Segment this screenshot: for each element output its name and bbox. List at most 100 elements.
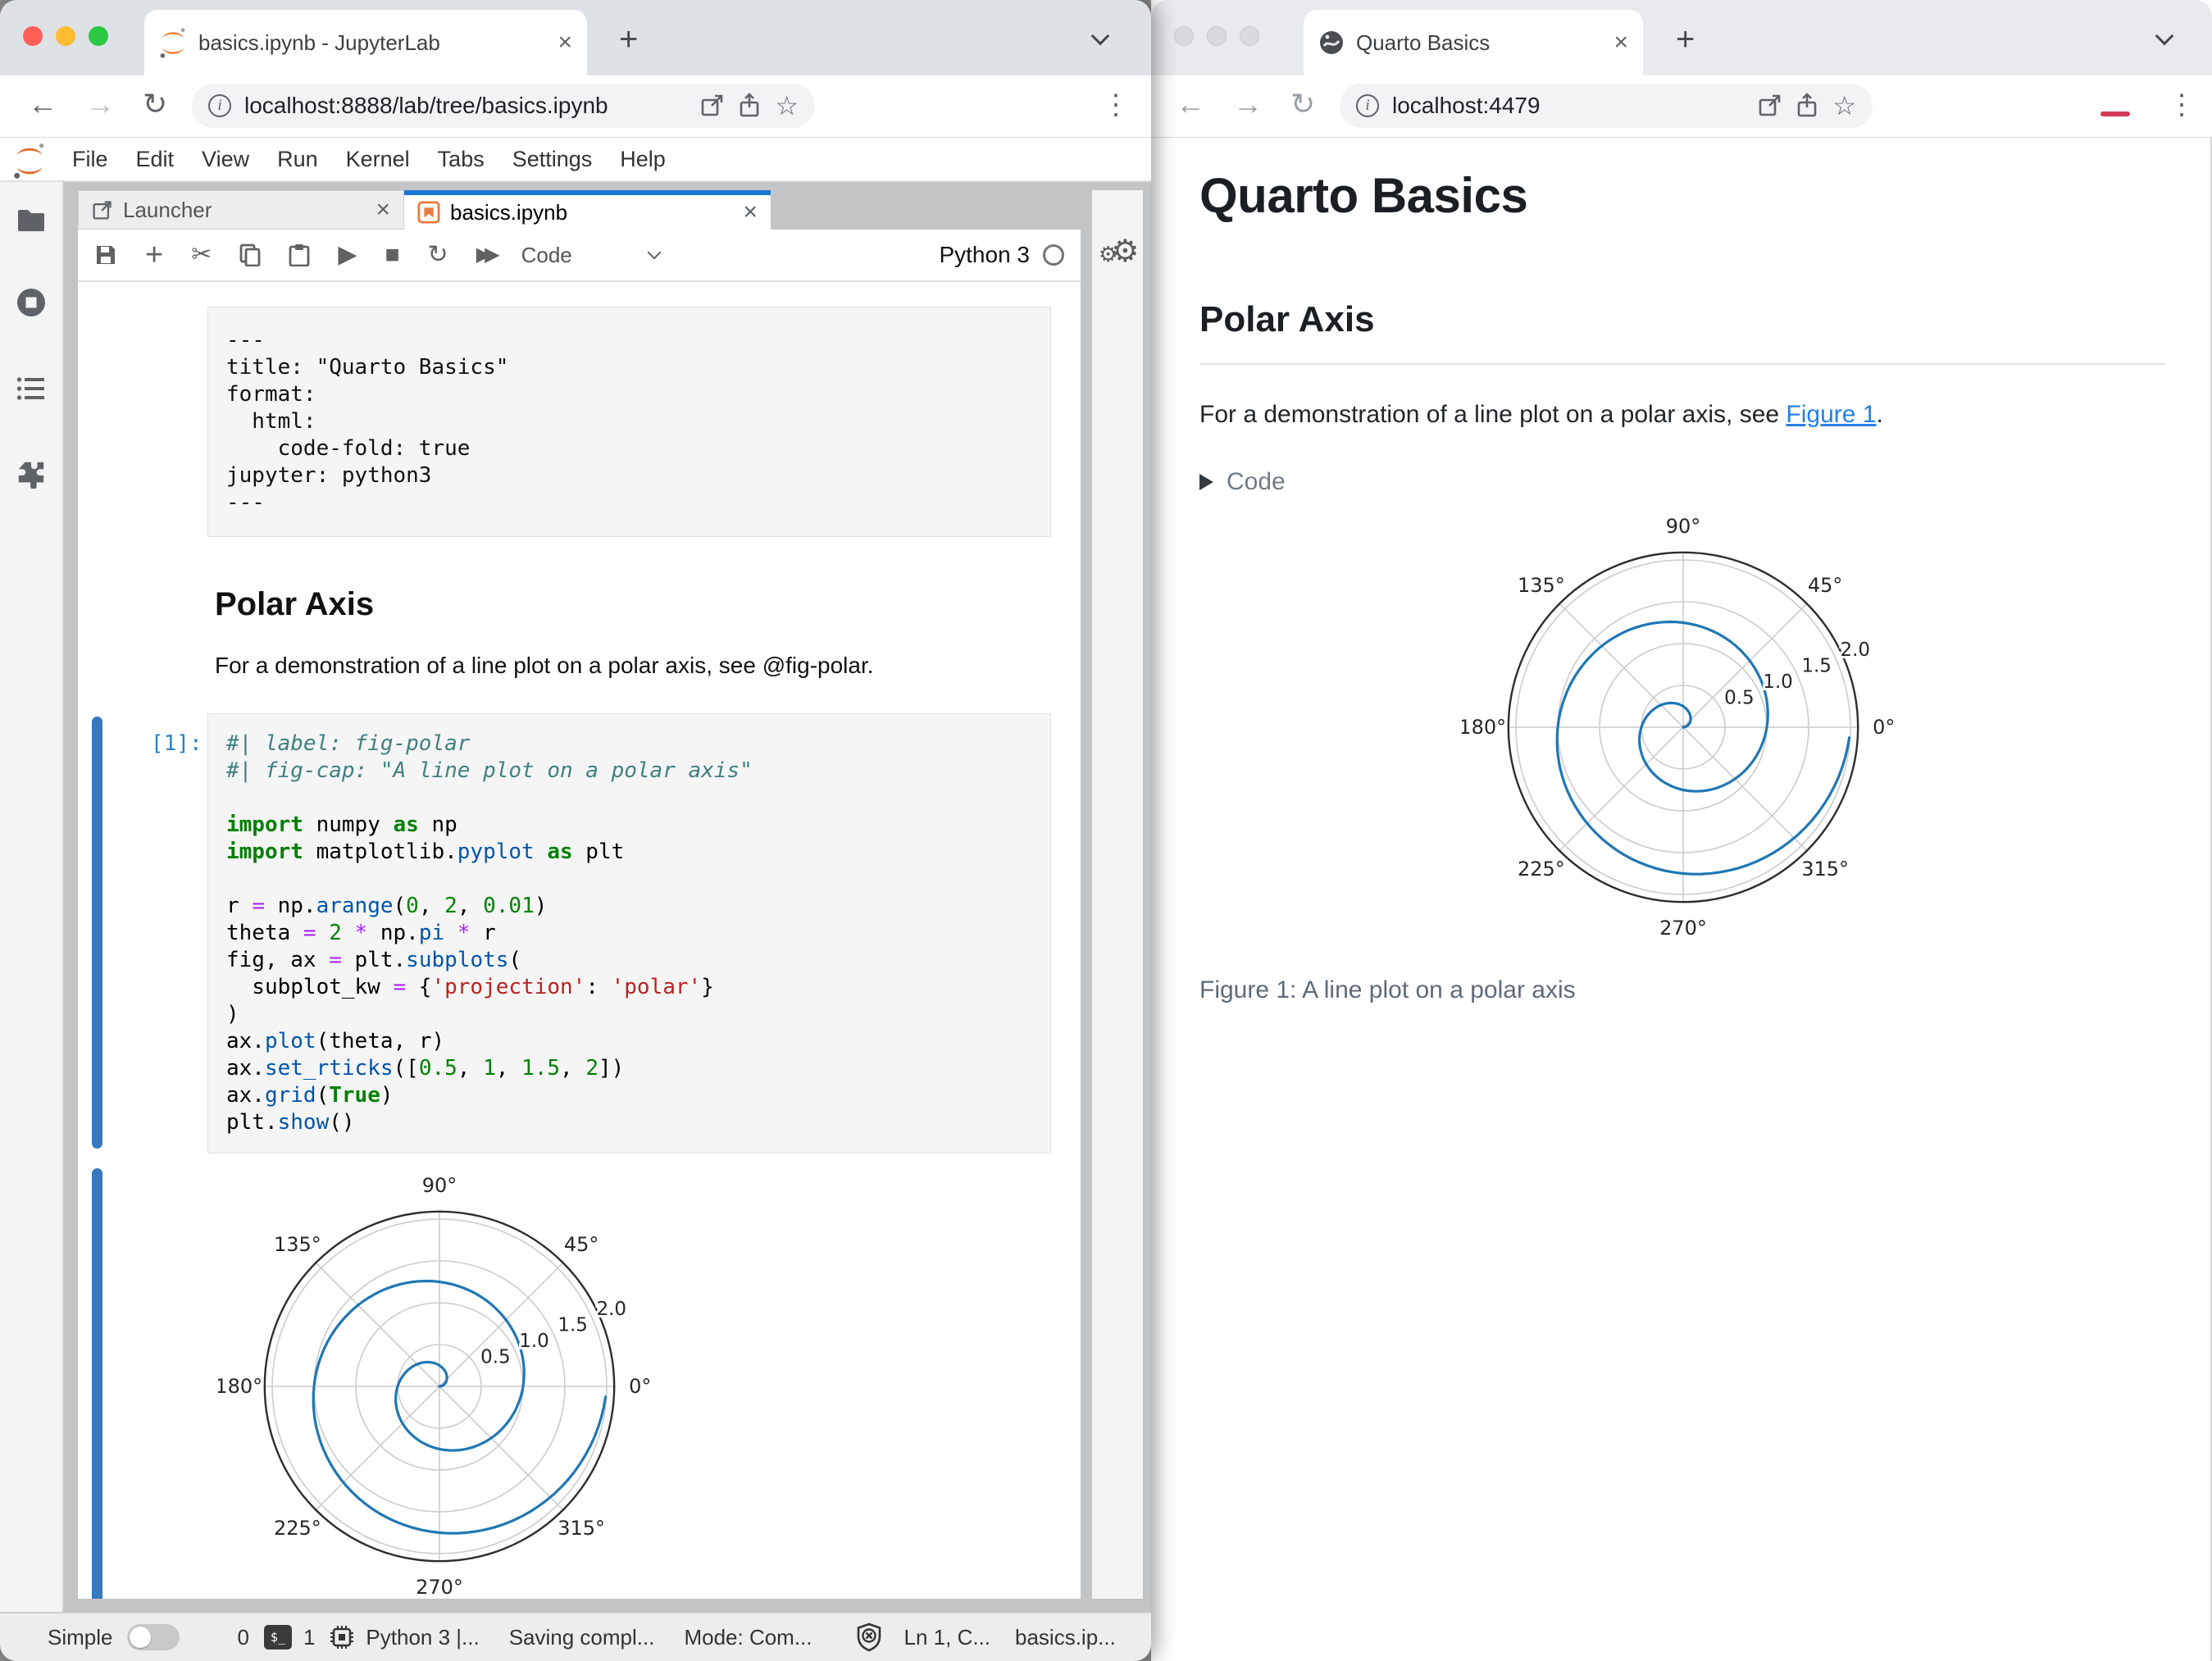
code-cell[interactable]: [1]: #| label: fig-polar #| fig-cap: "A … bbox=[78, 713, 1081, 1154]
restart-run-all-icon[interactable]: ▶▶ bbox=[476, 245, 500, 265]
site-info-icon[interactable]: i bbox=[208, 94, 231, 117]
browser-menu-icon[interactable]: ⋮ bbox=[1102, 89, 1130, 121]
file-browser-icon[interactable] bbox=[16, 208, 46, 233]
chevron-down-icon[interactable] bbox=[647, 245, 662, 260]
reload-icon[interactable]: ↻ bbox=[143, 87, 167, 121]
close-window-button[interactable] bbox=[23, 26, 43, 46]
url-text[interactable]: localhost:8888/lab/tree/basics.ipynb bbox=[244, 93, 686, 119]
tab-close-icon[interactable]: × bbox=[558, 30, 572, 55]
terminal-icon[interactable]: $_ bbox=[263, 1625, 292, 1650]
menu-help[interactable]: Help bbox=[620, 147, 666, 172]
svg-text:0°: 0° bbox=[629, 1375, 651, 1398]
tab-search-chevron-icon[interactable] bbox=[1090, 26, 1110, 46]
jupyter-logo bbox=[13, 143, 46, 179]
restart-kernel-icon[interactable]: ↻ bbox=[428, 243, 448, 267]
raw-cell[interactable]: --- title: "Quarto Basics" format: html:… bbox=[78, 307, 1081, 537]
kernels-count[interactable]: 1 bbox=[303, 1625, 315, 1650]
paste-cells-icon[interactable] bbox=[289, 243, 310, 266]
bookmark-star-icon[interactable]: ☆ bbox=[1832, 93, 1856, 119]
menu-settings[interactable]: Settings bbox=[512, 147, 593, 172]
open-in-new-icon[interactable] bbox=[699, 93, 724, 118]
trust-shield-icon[interactable] bbox=[855, 1622, 883, 1652]
saving-status: Saving compl... bbox=[508, 1624, 655, 1650]
figure-link[interactable]: Figure 1 bbox=[1786, 401, 1876, 428]
back-icon[interactable]: ← bbox=[1176, 87, 1205, 121]
cell-collapser[interactable] bbox=[92, 717, 102, 1149]
minimize-window-button[interactable] bbox=[1207, 26, 1227, 46]
table-of-contents-icon[interactable] bbox=[16, 375, 46, 402]
tab-search-chevron-icon[interactable] bbox=[2155, 26, 2174, 46]
notebook-scroll-area[interactable]: --- title: "Quarto Basics" format: html:… bbox=[78, 282, 1081, 1599]
body-paragraph: For a demonstration of a line plot on a … bbox=[1199, 401, 2164, 429]
reload-icon[interactable]: ↻ bbox=[1290, 87, 1315, 121]
share-icon[interactable] bbox=[1795, 93, 1819, 119]
menu-tabs[interactable]: Tabs bbox=[438, 147, 485, 172]
editor-mode[interactable]: Mode: Com... bbox=[684, 1625, 812, 1650]
svg-text:270°: 270° bbox=[416, 1576, 463, 1599]
browser-tab[interactable]: Quarto Basics × bbox=[1304, 10, 1643, 75]
address-bar[interactable]: i localhost:8888/lab/tree/basics.ipynb ☆ bbox=[192, 84, 815, 128]
new-tab-button[interactable]: + bbox=[619, 23, 638, 56]
url-text[interactable]: localhost:4479 bbox=[1392, 93, 1744, 119]
svg-text:180°: 180° bbox=[218, 1375, 262, 1398]
copy-cells-icon[interactable] bbox=[239, 243, 261, 266]
kernel-status-icon[interactable] bbox=[1043, 244, 1064, 266]
simple-mode-label: Simple bbox=[48, 1624, 113, 1650]
extension-manager-icon[interactable] bbox=[16, 457, 47, 489]
save-icon[interactable] bbox=[94, 243, 117, 266]
svg-text:315°: 315° bbox=[1801, 858, 1849, 881]
cursor-position[interactable]: Ln 1, C... bbox=[904, 1625, 991, 1650]
zoom-window-button[interactable] bbox=[89, 26, 108, 46]
cell-type-dropdown[interactable]: Code bbox=[521, 243, 572, 268]
doc-tab-notebook[interactable]: basics.ipynb × bbox=[404, 190, 771, 230]
add-cell-icon[interactable]: + bbox=[145, 239, 163, 271]
terminals-count[interactable]: 0 bbox=[237, 1625, 248, 1650]
code-fold-toggle[interactable]: Code bbox=[1199, 468, 2164, 496]
yaml-frontmatter[interactable]: --- title: "Quarto Basics" format: html:… bbox=[207, 307, 1051, 537]
doc-tab-close-icon[interactable]: × bbox=[743, 200, 758, 225]
simple-mode-toggle[interactable] bbox=[127, 1624, 180, 1650]
macos-traffic-lights[interactable] bbox=[1174, 26, 1259, 46]
menu-view[interactable]: View bbox=[202, 147, 249, 172]
forward-icon[interactable]: → bbox=[1233, 87, 1263, 121]
close-window-button[interactable] bbox=[1174, 26, 1194, 46]
browser-tab-title: basics.ipynb - JupyterLab bbox=[198, 30, 440, 55]
code-fold-label: Code bbox=[1227, 468, 1286, 495]
bookmark-star-icon[interactable]: ☆ bbox=[775, 93, 799, 119]
menu-edit[interactable]: Edit bbox=[136, 147, 175, 172]
menu-run[interactable]: Run bbox=[277, 147, 318, 172]
statusbar-filename[interactable]: basics.ip... bbox=[1015, 1625, 1116, 1650]
minimize-window-button[interactable] bbox=[56, 26, 75, 46]
property-inspector-gears-icon[interactable]: ⚙⚙ bbox=[1099, 233, 1139, 270]
markdown-cell[interactable]: Polar Axis For a demonstration of a line… bbox=[78, 586, 1081, 679]
menu-kernel[interactable]: Kernel bbox=[346, 147, 410, 172]
doc-tab-close-icon[interactable]: × bbox=[375, 198, 390, 222]
open-in-new-icon[interactable] bbox=[1757, 93, 1782, 118]
run-cell-icon[interactable]: ▶ bbox=[338, 243, 357, 267]
menu-file[interactable]: File bbox=[72, 147, 108, 172]
new-tab-button[interactable]: + bbox=[1676, 23, 1695, 56]
browser-menu-icon[interactable]: ⋮ bbox=[2168, 89, 2196, 121]
site-info-icon[interactable]: i bbox=[1356, 94, 1379, 117]
back-icon[interactable]: ← bbox=[28, 87, 57, 121]
kernel-name[interactable]: Python 3 bbox=[939, 242, 1030, 268]
paragraph-text: For a demonstration of a line plot on a … bbox=[1199, 401, 1786, 428]
running-kernels-icon[interactable] bbox=[16, 287, 47, 318]
stop-kernel-icon[interactable]: ■ bbox=[385, 243, 399, 267]
kernel-status-text[interactable]: Python 3 |... bbox=[366, 1625, 479, 1650]
code-editor[interactable]: #| label: fig-polar #| fig-cap: "A line … bbox=[207, 713, 1051, 1154]
zoom-window-button[interactable] bbox=[1240, 26, 1259, 46]
address-bar[interactable]: i localhost:4479 ☆ bbox=[1340, 84, 1873, 128]
macos-traffic-lights[interactable] bbox=[23, 26, 108, 46]
forward-icon[interactable]: → bbox=[85, 87, 115, 121]
browser-url-row: ← → ↻ i localhost:4479 ☆ ⋮ bbox=[1151, 75, 2212, 138]
cut-cells-icon[interactable]: ✂ bbox=[191, 243, 212, 267]
share-icon[interactable] bbox=[737, 93, 762, 119]
tab-close-icon[interactable]: × bbox=[1613, 30, 1628, 55]
kernel-chip-icon[interactable] bbox=[330, 1625, 354, 1650]
svg-text:135°: 135° bbox=[1518, 574, 1565, 597]
output-collapser[interactable] bbox=[92, 1168, 102, 1599]
browser-tab[interactable]: basics.ipynb - JupyterLab × bbox=[144, 10, 587, 75]
doc-tab-launcher[interactable]: Launcher × bbox=[78, 190, 404, 230]
output-cell[interactable]: 0° 45° 90° 135° 180° 225° 270° 315° 0.5 1.0 1.5 2.0 bbox=[78, 1165, 1081, 1599]
